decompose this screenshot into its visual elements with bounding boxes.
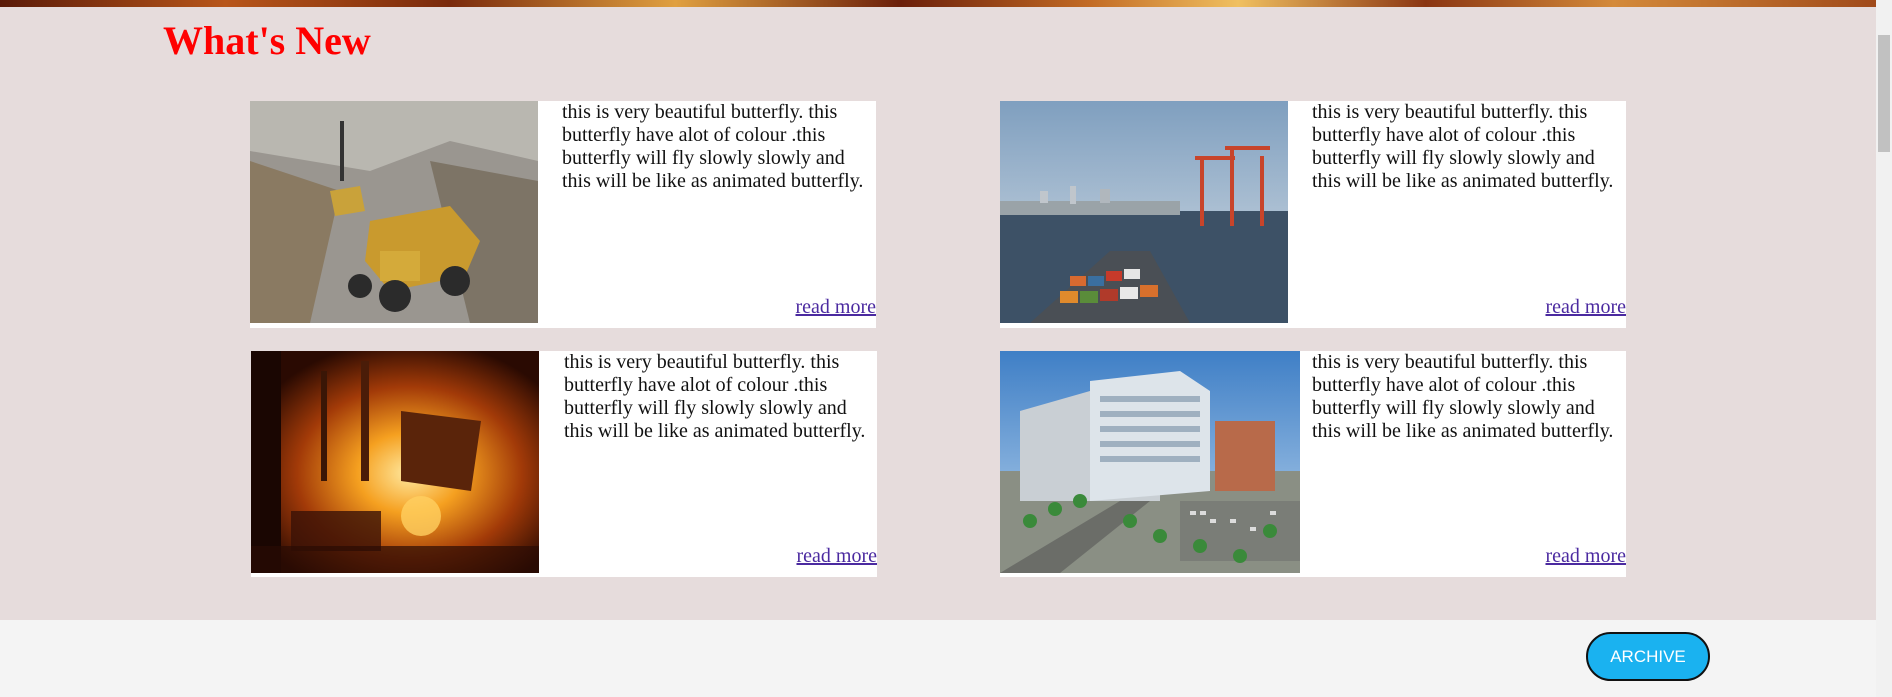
archive-button[interactable]: ARCHIVE [1586,632,1710,681]
read-more-link[interactable]: read more [795,296,876,319]
news-card: this is very beautiful butterfly. this b… [250,101,876,328]
card-description: this is very beautiful butterfly. this b… [562,101,864,192]
scrollbar-thumb[interactable] [1878,35,1890,152]
section-title: What's New [163,18,371,63]
news-card: this is very beautiful butterfly. this b… [251,351,877,577]
whats-new-section: What's New this is very beautiful butter… [0,7,1876,620]
read-more-link[interactable]: read more [1545,545,1626,568]
news-card: this is very beautiful butterfly. this b… [1000,351,1626,577]
container-port-image [1000,101,1288,323]
read-more-link[interactable]: read more [1545,296,1626,319]
office-building-image [1000,351,1300,573]
card-description: this is very beautiful butterfly. this b… [564,351,866,442]
steel-furnace-image [251,351,539,573]
card-description: this is very beautiful butterfly. this b… [1312,351,1614,442]
mining-dump-truck-image [250,101,538,323]
read-more-link[interactable]: read more [796,545,877,568]
hero-image-strip [0,0,1876,7]
card-description: this is very beautiful butterfly. this b… [1312,101,1614,192]
news-card: this is very beautiful butterfly. this b… [1000,101,1626,328]
